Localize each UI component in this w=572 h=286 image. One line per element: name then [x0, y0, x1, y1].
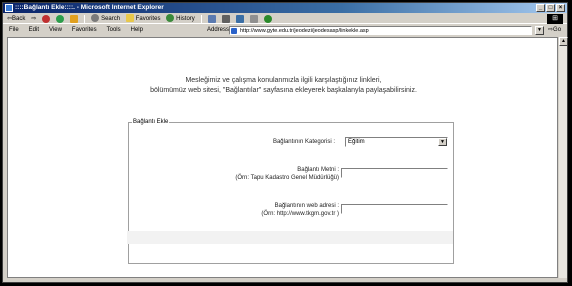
title-bar: ::::Bağlantı Ekle::::. - Microsoft Inter… — [3, 3, 567, 13]
page-icon — [231, 28, 237, 34]
menu-help[interactable]: Help — [131, 25, 143, 36]
toolbar-separator — [200, 14, 202, 23]
minimize-button[interactable]: _ — [536, 4, 545, 12]
link-url-example: (Örn: http://www.tkgm.gov.tr ) — [261, 211, 339, 217]
address-label: Address — [207, 27, 230, 33]
menu-view[interactable]: View — [49, 25, 62, 36]
go-label: Go — [553, 27, 562, 33]
category-select[interactable]: Eğitim ▼ — [345, 137, 448, 147]
menu-file[interactable]: File — [9, 25, 19, 36]
back-button[interactable]: ⇦Back — [7, 14, 25, 24]
intro-text: Mesleğimiz ve çalışma konulanmızla ilgil… — [8, 76, 557, 96]
messenger-icon[interactable] — [263, 14, 272, 23]
go-button[interactable]: ⇨Go — [548, 25, 561, 36]
fieldset-legend: Bağlantı Ekle — [132, 118, 170, 127]
intro-line-2: bölümümüz web sitesi, "Bağlantılar" sayf… — [150, 87, 417, 94]
maximize-button[interactable]: □ — [546, 4, 555, 12]
home-icon[interactable] — [70, 14, 79, 23]
discuss-icon[interactable] — [249, 14, 258, 23]
refresh-icon[interactable] — [56, 14, 65, 23]
favorites-button[interactable]: Favorites — [126, 13, 161, 24]
search-icon — [91, 13, 100, 22]
favorites-icon — [126, 13, 135, 22]
search-label: Search — [101, 15, 121, 22]
toolbar-separator — [84, 14, 86, 23]
intro-line-1: Mesleğimiz ve çalışma konulanmızla ilgil… — [185, 77, 382, 84]
link-url-input[interactable] — [341, 204, 448, 214]
address-input[interactable]: http://www.gyte.edu.tr/jeodezi/jeodesasp… — [229, 26, 532, 35]
menu-edit[interactable]: Edit — [29, 25, 39, 36]
close-button[interactable]: × — [556, 4, 565, 12]
category-value: Eğitim — [348, 139, 365, 145]
ie-icon — [5, 4, 13, 12]
chevron-down-icon[interactable]: ▼ — [438, 138, 447, 146]
edit-icon[interactable] — [235, 14, 244, 23]
window-title: ::::Bağlantı Ekle::::. - Microsoft Inter… — [15, 4, 164, 11]
forward-button[interactable]: ⇨ — [31, 14, 36, 24]
menu-favorites[interactable]: Favorites — [72, 25, 97, 36]
favorites-label: Favorites — [135, 15, 161, 22]
address-dropdown-button[interactable]: ▼ — [535, 26, 544, 35]
standard-toolbar: ⇦Back ⇨ Search Favorites History ⊞ — [3, 13, 567, 24]
footer-strip — [127, 231, 453, 244]
vertical-scrollbar[interactable]: ▲ — [558, 37, 568, 278]
history-button[interactable]: History — [166, 13, 195, 24]
history-icon — [166, 13, 175, 22]
scroll-up-icon[interactable]: ▲ — [559, 37, 568, 46]
mail-icon[interactable] — [207, 14, 216, 23]
link-text-input[interactable] — [341, 168, 448, 178]
stop-icon[interactable] — [42, 14, 51, 23]
category-label: Bağlantının Kategorisi : — [272, 139, 335, 145]
address-url: http://www.gyte.edu.tr/jeodezi/jeodesasp… — [240, 28, 369, 34]
menu-and-address-bar: File Edit View Favorites Tools Help Addr… — [3, 25, 567, 36]
menu-tools[interactable]: Tools — [107, 25, 121, 36]
print-icon[interactable] — [221, 14, 230, 23]
browser-window: ::::Bağlantı Ekle::::. - Microsoft Inter… — [2, 2, 568, 283]
search-button[interactable]: Search — [91, 13, 121, 24]
history-label: History — [176, 15, 195, 22]
link-text-label: Bağlantı Metni : — [297, 167, 339, 173]
windows-logo-icon: ⊞ — [547, 14, 563, 24]
link-text-example: (Örn: Tapu Kadastro Genel Müdürlüğü) — [235, 175, 339, 181]
link-url-label: Bağlantının web adresi : — [274, 203, 339, 209]
